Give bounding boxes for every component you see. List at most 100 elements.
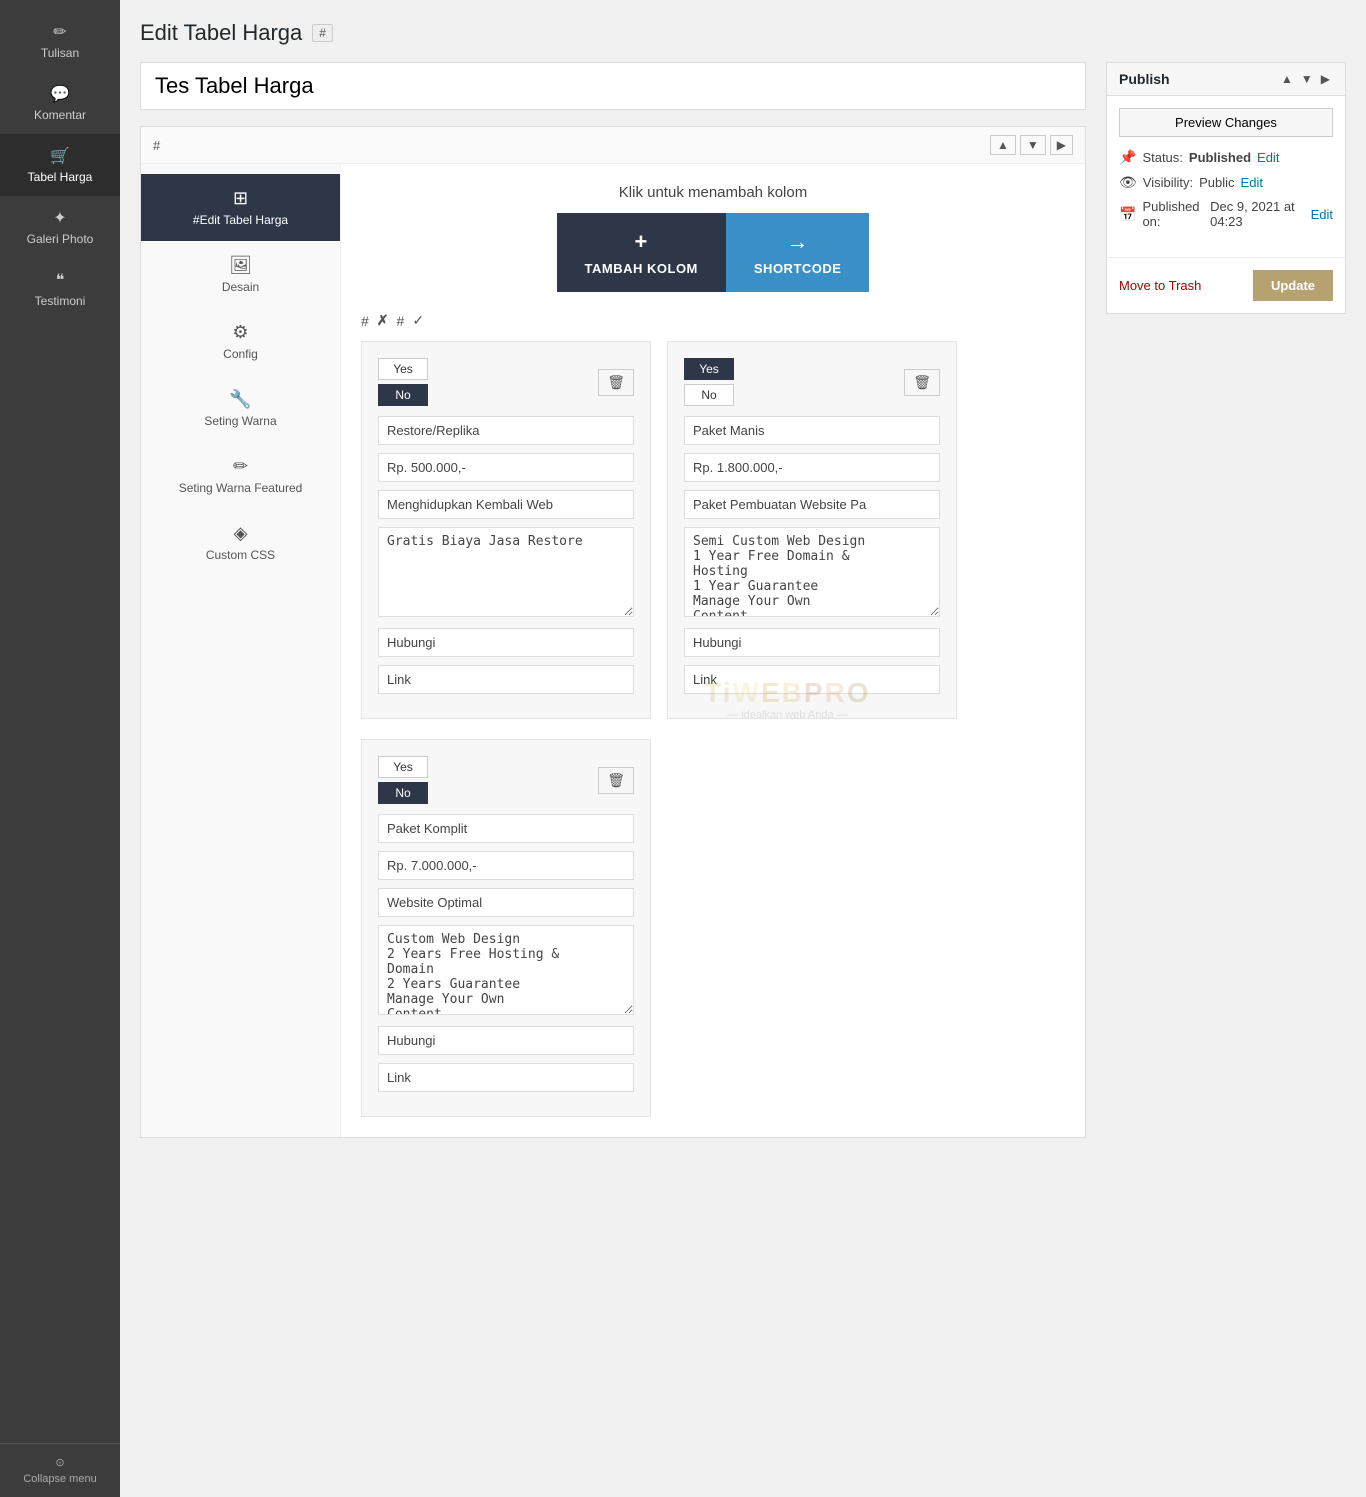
sidebar-item-galeri-photo[interactable]: ✦ Galeri Photo bbox=[0, 196, 120, 258]
publish-ctrl-down[interactable]: ▼ bbox=[1298, 72, 1316, 86]
tulisan-icon: ✏ bbox=[53, 22, 66, 42]
page-header: Edit Tabel Harga # bbox=[140, 20, 1346, 46]
page-title: Edit Tabel Harga bbox=[140, 20, 302, 46]
editor-inner: ⊞ #Edit Tabel Harga 🖼 Desain ⚙ Config bbox=[141, 164, 1085, 1137]
plugin-tab-seting-warna-label: Seting Warna bbox=[204, 414, 276, 428]
columns-row-2: Yes No 🗑 Custom Web Design bbox=[361, 739, 1065, 1117]
card-1-name-field[interactable] bbox=[378, 416, 634, 445]
plugin-tab-seting-warna-featured-label: Seting Warna Featured bbox=[179, 481, 303, 495]
plugin-tab-custom-css[interactable]: ◈ Custom CSS bbox=[141, 509, 340, 576]
card-2-yes-btn[interactable]: Yes bbox=[684, 358, 734, 380]
title-input[interactable] bbox=[140, 62, 1086, 110]
sidebar-item-komentar[interactable]: 💬 Komentar bbox=[0, 72, 120, 134]
card-2-delete-btn[interactable]: 🗑 bbox=[904, 369, 940, 396]
card-1-delete-btn[interactable]: 🗑 bbox=[598, 369, 634, 396]
publish-status-row: 📌 Status: Published Edit bbox=[1119, 149, 1333, 166]
sidebar-item-tulisan-label: Tulisan bbox=[41, 46, 79, 60]
card-1-link-field[interactable] bbox=[378, 665, 634, 694]
plugin-panel: ⊞ #Edit Tabel Harga 🖼 Desain ⚙ Config bbox=[141, 164, 341, 1137]
card-2-features-field[interactable]: Semi Custom Web Design 1 Year Free Domai… bbox=[684, 527, 940, 617]
main-content: Edit Tabel Harga # # ▲ ▼ ▶ bbox=[120, 0, 1366, 1497]
visibility-label: Visibility: bbox=[1143, 175, 1193, 190]
card-1-button-field[interactable] bbox=[378, 628, 634, 657]
card-2-header: Yes No 🗑 bbox=[684, 358, 940, 406]
plugin-tab-desain[interactable]: 🖼 Desain bbox=[141, 241, 340, 308]
card-2-subtitle-field[interactable] bbox=[684, 490, 940, 519]
card-3-button-field[interactable] bbox=[378, 1026, 634, 1055]
toolbar-down-btn[interactable]: ▼ bbox=[1020, 135, 1046, 155]
editor-area: # ▲ ▼ ▶ ⊞ #Edit Tabel Harga bbox=[140, 126, 1086, 1138]
toolbar-expand-btn[interactable]: ▶ bbox=[1050, 135, 1073, 155]
move-trash-link[interactable]: Move to Trash bbox=[1119, 278, 1201, 293]
card-1-header: Yes No 🗑 bbox=[378, 358, 634, 406]
card-1-yes-btn[interactable]: Yes bbox=[378, 358, 428, 380]
status-label: Status: bbox=[1142, 150, 1182, 165]
card-2-button-field[interactable] bbox=[684, 628, 940, 657]
card-3-yes-btn[interactable]: Yes bbox=[378, 756, 428, 778]
card-3-name-field[interactable] bbox=[378, 814, 634, 843]
status-edit-link[interactable]: Edit bbox=[1257, 150, 1279, 165]
main-editor-area: # ▲ ▼ ▶ ⊞ #Edit Tabel Harga bbox=[140, 62, 1086, 1154]
publish-box-body: Preview Changes 📌 Status: Published Edit… bbox=[1107, 96, 1345, 249]
card-1-subtitle-field[interactable] bbox=[378, 490, 634, 519]
plugin-tab-config[interactable]: ⚙ Config bbox=[141, 308, 340, 375]
card-3-price-field[interactable] bbox=[378, 851, 634, 880]
galeri-icon: ✦ bbox=[53, 208, 66, 228]
publish-ctrl-up[interactable]: ▲ bbox=[1278, 72, 1296, 86]
card-3-delete-btn[interactable]: 🗑 bbox=[598, 767, 634, 794]
update-btn[interactable]: Update bbox=[1253, 270, 1333, 301]
preview-changes-btn[interactable]: Preview Changes bbox=[1119, 108, 1333, 137]
seting-warna-featured-icon: ✏ bbox=[233, 456, 248, 477]
card-3-no-btn[interactable]: No bbox=[378, 782, 428, 804]
add-column-label: Klik untuk menambah kolom bbox=[619, 184, 807, 201]
shortcode-label: SHORTCODE bbox=[754, 261, 842, 276]
add-column-section: Klik untuk menambah kolom + TAMBAH KOLOM… bbox=[361, 184, 1065, 292]
tambah-kolom-btn[interactable]: + TAMBAH KOLOM bbox=[557, 213, 726, 292]
col-ctrl-x[interactable]: ✗ bbox=[377, 312, 389, 329]
card-3-features-field[interactable]: Custom Web Design 2 Years Free Hosting &… bbox=[378, 925, 634, 1015]
sidebar-item-testimoni[interactable]: ❝ Testimoni bbox=[0, 258, 120, 320]
sidebar-item-tabel-harga-label: Tabel Harga bbox=[28, 170, 93, 184]
shortcode-btn[interactable]: → SHORTCODE bbox=[726, 213, 870, 292]
config-icon: ⚙ bbox=[232, 322, 248, 343]
col-ctrl-hash2: # bbox=[397, 313, 405, 329]
status-icon: 📌 bbox=[1119, 149, 1136, 166]
calendar-icon: 📅 bbox=[1119, 206, 1136, 223]
top-area: # ▲ ▼ ▶ ⊞ #Edit Tabel Harga bbox=[140, 62, 1346, 1154]
toolbar-up-btn[interactable]: ▲ bbox=[990, 135, 1016, 155]
plugin-tab-edit-tabel-harga[interactable]: ⊞ #Edit Tabel Harga bbox=[141, 174, 340, 241]
publish-visibility-row: 👁 Visibility: Public Edit bbox=[1119, 174, 1333, 191]
editor-toolbar: # ▲ ▼ ▶ bbox=[141, 127, 1085, 164]
publish-ctrl-close[interactable]: ▶ bbox=[1318, 72, 1333, 86]
card-1-price-field[interactable] bbox=[378, 453, 634, 482]
editor-toolbar-controls: ▲ ▼ ▶ bbox=[990, 135, 1073, 155]
content-area: Klik untuk menambah kolom + TAMBAH KOLOM… bbox=[341, 164, 1085, 1137]
published-value: Dec 9, 2021 at 04:23 bbox=[1210, 199, 1304, 229]
plugin-tab-custom-css-label: Custom CSS bbox=[206, 548, 275, 562]
visibility-edit-link[interactable]: Edit bbox=[1241, 175, 1263, 190]
card-3-link-field[interactable] bbox=[378, 1063, 634, 1092]
card-1-no-btn[interactable]: No bbox=[378, 384, 428, 406]
card-2-price-field[interactable] bbox=[684, 453, 940, 482]
card-2-no-btn[interactable]: No bbox=[684, 384, 734, 406]
card-2-name-field[interactable] bbox=[684, 416, 940, 445]
card-2-link-field[interactable] bbox=[684, 665, 940, 694]
sidebar-item-tabel-harga[interactable]: 🛒 Tabel Harga bbox=[0, 134, 120, 196]
collapse-menu-btn[interactable]: ⊙ Collapse menu bbox=[0, 1443, 120, 1497]
published-edit-link[interactable]: Edit bbox=[1311, 207, 1333, 222]
sidebar-item-komentar-label: Komentar bbox=[34, 108, 86, 122]
publish-box-title: Publish bbox=[1119, 71, 1170, 87]
plus-icon: + bbox=[635, 229, 648, 255]
plugin-tab-seting-warna-featured[interactable]: ✏ Seting Warna Featured bbox=[141, 442, 340, 509]
edit-tabel-icon: ⊞ bbox=[233, 188, 248, 209]
plugin-tab-seting-warna[interactable]: 🔧 Seting Warna bbox=[141, 375, 340, 442]
card-1-features-field[interactable]: Gratis Biaya Jasa Restore bbox=[378, 527, 634, 617]
card-3-subtitle-field[interactable] bbox=[378, 888, 634, 917]
publish-actions: Move to Trash Update bbox=[1107, 257, 1345, 313]
sidebar-item-tulisan[interactable]: ✏ Tulisan bbox=[0, 10, 120, 72]
arrow-icon: → bbox=[786, 229, 809, 255]
plugin-tab-config-label: Config bbox=[223, 347, 258, 361]
col-ctrl-check[interactable]: ✓ bbox=[412, 312, 424, 329]
col-controls-row: # ✗ # ✓ bbox=[361, 312, 1065, 329]
publish-date-row: 📅 Published on: Dec 9, 2021 at 04:23 Edi… bbox=[1119, 199, 1333, 229]
